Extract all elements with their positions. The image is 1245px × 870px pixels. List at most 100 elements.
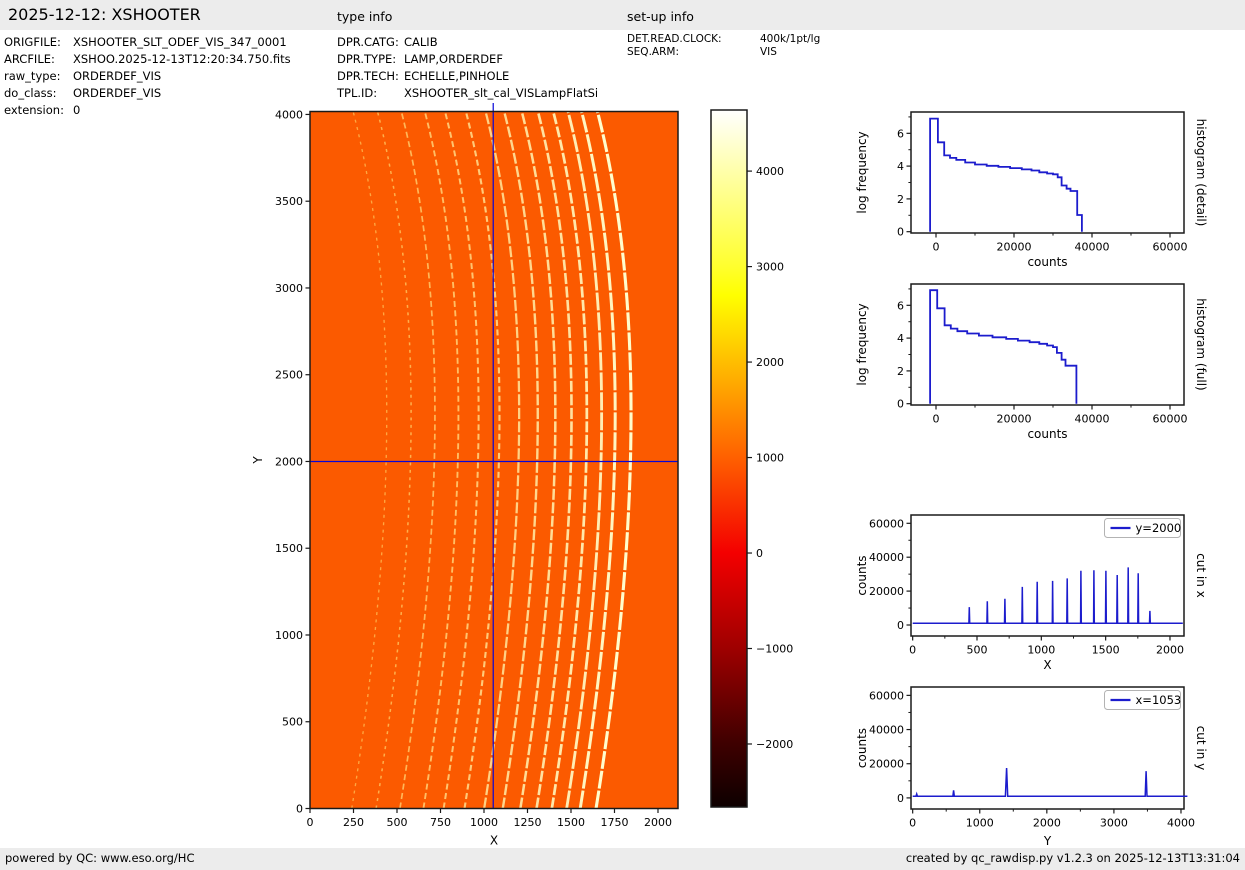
info-row: DPR.CATG: CALIB: [337, 34, 598, 51]
svg-text:1500: 1500: [275, 542, 303, 555]
info-label: ORIGFILE:: [4, 35, 61, 49]
svg-text:2000: 2000: [275, 455, 303, 468]
svg-text:2: 2: [897, 365, 904, 378]
info-label: do_class:: [4, 86, 57, 100]
svg-text:1750: 1750: [600, 816, 628, 829]
x-axis-label: X: [490, 834, 498, 848]
svg-text:1000: 1000: [470, 816, 498, 829]
legend-label: x=1053: [1136, 693, 1182, 707]
info-row: DET.READ.CLOCK: 400k/1pt/lg: [627, 33, 820, 46]
info-value: CALIB: [404, 35, 438, 49]
svg-text:0: 0: [897, 226, 904, 239]
histogram-line: [929, 289, 1078, 404]
svg-text:6: 6: [897, 127, 904, 140]
svg-text:0: 0: [909, 817, 916, 830]
svg-text:40000: 40000: [1074, 241, 1109, 254]
svg-text:40000: 40000: [869, 551, 904, 564]
svg-text:500: 500: [282, 716, 303, 729]
svg-text:4: 4: [897, 160, 904, 173]
svg-text:1250: 1250: [513, 816, 541, 829]
info-value: 400k/1pt/lg: [760, 33, 821, 45]
svg-text:20000: 20000: [869, 585, 904, 598]
svg-text:4: 4: [897, 332, 904, 345]
svg-text:500: 500: [966, 644, 987, 657]
svg-text:3500: 3500: [275, 195, 303, 208]
info-label: DPR.CATG:: [337, 35, 399, 49]
info-value: LAMP,ORDERDEF: [404, 52, 503, 66]
legend: y=2000: [1104, 518, 1182, 538]
y-axis-label: log frequency: [855, 303, 869, 385]
x-axis-label: counts: [1027, 427, 1067, 441]
right-axis-label: histogram (detail): [1194, 119, 1208, 227]
histogram-line: [929, 117, 1083, 232]
footer-bar: powered by QC: www.eso.org/HC created by…: [0, 848, 1245, 870]
svg-text:20000: 20000: [869, 758, 904, 771]
header-bar: 2025-12-12: XSHOOTER type info set-up in…: [0, 0, 1245, 30]
info-label: raw_type:: [4, 69, 61, 83]
svg-text:20000: 20000: [996, 413, 1031, 426]
right-axis-label: cut in x: [1194, 553, 1208, 598]
page: 2025-12-12: XSHOOTER type info set-up in…: [0, 0, 1245, 870]
svg-text:750: 750: [430, 816, 451, 829]
image-background: [310, 111, 678, 809]
info-value: ORDERDEF_VIS: [73, 69, 162, 83]
info-value: 0: [73, 103, 81, 117]
svg-text:0: 0: [296, 803, 303, 816]
svg-text:3000: 3000: [275, 282, 303, 295]
setup-info-heading: set-up info: [627, 9, 694, 24]
info-value: XSHOOTER_SLT_ODEF_VIS_347_0001: [73, 35, 287, 49]
cut-in-x-plot: 0 500 1000 1500 20000200004000060000Xcounts c…: [855, 514, 1208, 672]
svg-text:4000: 4000: [275, 108, 303, 121]
info-label: ARCFILE:: [4, 52, 55, 66]
svg-text:0: 0: [897, 792, 904, 805]
svg-text:0: 0: [909, 644, 916, 657]
raw-image-plot: 0 250 500 750 1000 1250 1500 1750 2000 0 500 1000 15…: [251, 103, 679, 848]
footer-created-by: created by qc_rawdisp.py v1.2.3 on 2025-…: [905, 851, 1240, 865]
colorbar-ticks: 4000 3000 2000 1000 0 −1000 −2000: [747, 165, 793, 751]
info-value: VIS: [760, 46, 777, 58]
svg-text:6: 6: [897, 299, 904, 312]
cut-in-y-plot: 0 1000 2000 3000 40000200004000060000Ycounts…: [855, 686, 1208, 848]
svg-text:2000: 2000: [644, 816, 672, 829]
info-label: SEQ.ARM:: [627, 46, 679, 58]
svg-text:250: 250: [343, 816, 364, 829]
footer-powered-by: powered by QC: www.eso.org/HC: [5, 851, 195, 865]
svg-text:60000: 60000: [869, 517, 904, 530]
right-axis-label: cut in y: [1194, 726, 1208, 771]
info-label: DPR.TECH:: [337, 69, 399, 83]
svg-text:0: 0: [897, 619, 904, 632]
legend: x=1053: [1104, 690, 1182, 710]
info-label: DPR.TYPE:: [337, 52, 397, 66]
axes: 0 20000 40000 60000 0 2 4 6: [897, 283, 1187, 426]
right-axis-label: histogram (full): [1194, 298, 1208, 391]
svg-text:3000: 3000: [756, 261, 784, 274]
info-row: DPR.TECH: ECHELLE,PINHOLE: [337, 68, 598, 85]
svg-text:1500: 1500: [557, 816, 585, 829]
svg-text:4000: 4000: [756, 165, 784, 178]
type-info-block: DPR.CATG: CALIB DPR.TYPE: LAMP,ORDERDEF DPR.…: [337, 34, 598, 102]
svg-text:60000: 60000: [1152, 241, 1187, 254]
info-row: ARCFILE: XSHOO.2025-12-13T12:20:34.750.fi…: [4, 51, 291, 68]
svg-text:1500: 1500: [1092, 644, 1120, 657]
setup-info-block: DET.READ.CLOCK: 400k/1pt/lg SEQ.ARM: VIS: [627, 33, 820, 59]
colorbar-gradient: [711, 110, 747, 807]
svg-text:1000: 1000: [966, 817, 994, 830]
info-value: ORDERDEF_VIS: [73, 86, 162, 100]
svg-text:2000: 2000: [756, 356, 784, 369]
svg-text:2: 2: [897, 193, 904, 206]
svg-text:0: 0: [932, 413, 939, 426]
info-row: ORIGFILE: XSHOOTER_SLT_ODEF_VIS_347_0001: [4, 34, 291, 51]
histogram-full-plot: 0 20000 40000 60000 0 2 4 6 counts log frequency h…: [855, 283, 1208, 441]
svg-text:2000: 2000: [1156, 644, 1184, 657]
svg-text:0: 0: [897, 398, 904, 411]
svg-text:−1000: −1000: [756, 643, 793, 656]
info-value: XSHOO.2025-12-13T12:20:34.750.fits: [73, 52, 291, 66]
cut-line: [912, 567, 1183, 625]
svg-text:20000: 20000: [996, 241, 1031, 254]
legend-label: y=2000: [1136, 521, 1182, 535]
cut-line: [912, 767, 1188, 797]
colorbar: 4000 3000 2000 1000 0 −1000 −2000: [710, 109, 793, 808]
svg-text:3000: 3000: [1100, 817, 1128, 830]
svg-text:−2000: −2000: [756, 738, 793, 751]
info-label: DET.READ.CLOCK:: [627, 33, 722, 45]
